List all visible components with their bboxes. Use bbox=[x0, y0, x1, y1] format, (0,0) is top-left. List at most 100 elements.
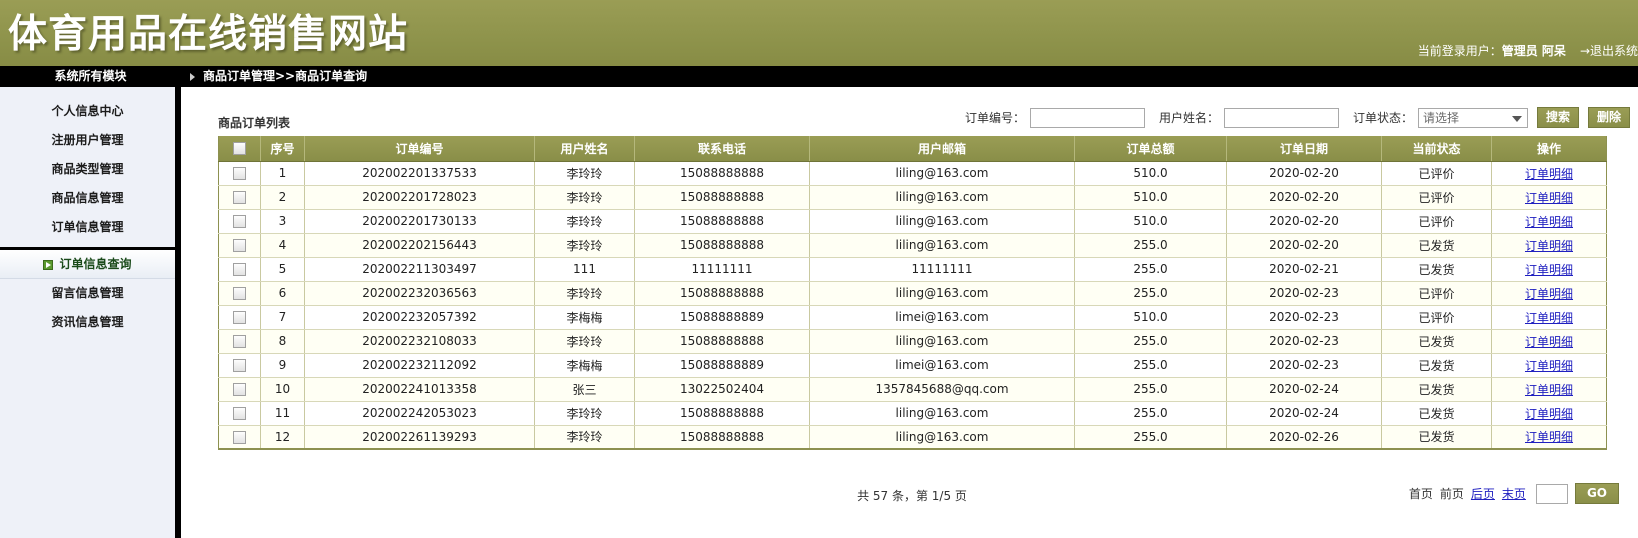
action-cell: 订单明细 bbox=[1491, 209, 1607, 234]
row-checkbox[interactable] bbox=[233, 239, 246, 252]
user-name: 111 bbox=[534, 257, 635, 282]
row-select-cell[interactable] bbox=[218, 185, 261, 210]
sidebar-item-4[interactable]: 订单信息管理 bbox=[0, 213, 175, 242]
row-checkbox[interactable] bbox=[233, 311, 246, 324]
user-name: 李玲玲 bbox=[534, 233, 635, 258]
column-header-4: 联系电话 bbox=[634, 136, 810, 162]
order-detail-link[interactable]: 订单明细 bbox=[1525, 215, 1573, 229]
sidebar-item-label: 商品信息管理 bbox=[51, 191, 124, 205]
order-detail-link[interactable]: 订单明细 bbox=[1525, 239, 1573, 253]
row-select-cell[interactable] bbox=[218, 353, 261, 378]
user-email: 11111111 bbox=[809, 257, 1075, 282]
logout-link[interactable]: →退出系统 bbox=[1580, 44, 1638, 58]
column-header-6: 订单总额 bbox=[1074, 136, 1227, 162]
column-header-8: 当前状态 bbox=[1381, 136, 1492, 162]
sidebar-item-6[interactable]: 留言信息管理 bbox=[0, 279, 175, 308]
row-checkbox[interactable] bbox=[233, 263, 246, 276]
row-index: 11 bbox=[260, 401, 305, 426]
sidebar-item-3[interactable]: 商品信息管理 bbox=[0, 184, 175, 213]
contact-phone: 15088888889 bbox=[634, 305, 810, 330]
first-page-link[interactable]: 首页 bbox=[1409, 485, 1433, 502]
contact-phone: 15088888888 bbox=[634, 233, 810, 258]
sidebar-item-label: 个人信息中心 bbox=[51, 104, 124, 118]
row-select-cell[interactable] bbox=[218, 209, 261, 234]
order-detail-link[interactable]: 订单明细 bbox=[1525, 263, 1573, 277]
row-select-cell[interactable] bbox=[218, 329, 261, 354]
page-number-input[interactable] bbox=[1535, 483, 1568, 504]
user-email: liling@163.com bbox=[809, 161, 1075, 186]
row-checkbox[interactable] bbox=[233, 407, 246, 420]
row-checkbox[interactable] bbox=[233, 383, 246, 396]
column-header-7: 订单日期 bbox=[1226, 136, 1382, 162]
table-row: 9 202002232112092 李梅梅 15088888889 limei@163.… bbox=[218, 353, 1607, 378]
page-title: 商品订单列表 bbox=[218, 116, 291, 130]
order-number: 202002232036563 bbox=[304, 281, 535, 306]
row-index: 9 bbox=[260, 353, 305, 378]
login-user-name: 管理员 阿呆 bbox=[1501, 44, 1566, 58]
order-detail-link[interactable]: 订单明细 bbox=[1525, 191, 1573, 205]
row-checkbox[interactable] bbox=[233, 287, 246, 300]
row-index: 2 bbox=[260, 185, 305, 210]
sidebar-item-2[interactable]: 商品类型管理 bbox=[0, 155, 175, 184]
row-checkbox[interactable] bbox=[233, 335, 246, 348]
select-all-header[interactable] bbox=[218, 136, 261, 162]
order-detail-link[interactable]: 订单明细 bbox=[1525, 430, 1573, 444]
prev-page-link[interactable]: 前页 bbox=[1440, 485, 1464, 502]
order-detail-link[interactable]: 订单明细 bbox=[1525, 335, 1573, 349]
table-row: 3 202002201730133 李玲玲 15088888888 liling@163… bbox=[218, 209, 1607, 234]
next-page-link[interactable]: 后页 bbox=[1471, 485, 1495, 502]
contact-phone: 15088888888 bbox=[634, 209, 810, 234]
contact-phone: 15088888888 bbox=[634, 185, 810, 210]
order-date: 2020-02-23 bbox=[1226, 281, 1382, 306]
row-select-cell[interactable] bbox=[218, 161, 261, 186]
column-header-2: 订单编号 bbox=[304, 136, 535, 162]
user-name: 李玲玲 bbox=[534, 161, 635, 186]
order-number: 202002241013358 bbox=[304, 377, 535, 402]
sidebar-menu: 个人信息中心注册用户管理 商品类型管理商品信息管理订单信息管理订单信息查询留言信息… bbox=[0, 97, 175, 337]
row-checkbox[interactable] bbox=[233, 430, 246, 444]
order-detail-link[interactable]: 订单明细 bbox=[1525, 311, 1573, 325]
search-button[interactable]: 搜索 bbox=[1537, 107, 1579, 128]
row-select-cell[interactable] bbox=[218, 377, 261, 402]
delete-button[interactable]: 删除 bbox=[1588, 107, 1630, 128]
user-email: liling@163.com bbox=[809, 209, 1075, 234]
table-row: 11 202002242053023 李玲玲 15088888888 liling@16… bbox=[218, 401, 1607, 426]
row-checkbox[interactable] bbox=[233, 191, 246, 204]
order-number: 202002232112092 bbox=[304, 353, 535, 378]
chevron-down-icon bbox=[1512, 115, 1522, 122]
order-detail-link[interactable]: 订单明细 bbox=[1525, 167, 1573, 181]
sidebar-item-7[interactable]: 资讯信息管理 bbox=[0, 308, 175, 337]
order-detail-link[interactable]: 订单明细 bbox=[1525, 407, 1573, 421]
order-no-input[interactable] bbox=[1029, 107, 1145, 128]
contact-phone: 15088888888 bbox=[634, 281, 810, 306]
pagination-controls: 首页 前页 后页 末页 GO bbox=[1409, 483, 1619, 504]
user-name: 李玲玲 bbox=[534, 425, 635, 450]
contact-phone: 15088888888 bbox=[634, 329, 810, 354]
order-date: 2020-02-20 bbox=[1226, 233, 1382, 258]
order-detail-link[interactable]: 订单明细 bbox=[1525, 287, 1573, 301]
order-detail-link[interactable]: 订单明细 bbox=[1525, 359, 1573, 373]
row-select-cell[interactable] bbox=[218, 425, 261, 450]
order-number: 202002201728023 bbox=[304, 185, 535, 210]
site-banner: 体育用品在线销售网站 当前登录用户：管理员 阿呆 →退出系统 bbox=[0, 0, 1638, 66]
sidebar-item-0[interactable]: 个人信息中心 bbox=[0, 97, 175, 126]
row-select-cell[interactable] bbox=[218, 257, 261, 282]
sidebar-item-label: 订单信息查询 bbox=[59, 257, 132, 271]
order-status-select[interactable]: 请选择 bbox=[1418, 107, 1528, 128]
row-select-cell[interactable] bbox=[218, 233, 261, 258]
sidebar-item-1[interactable]: 注册用户管理 bbox=[0, 126, 175, 155]
row-checkbox[interactable] bbox=[233, 359, 246, 372]
select-all-checkbox[interactable] bbox=[233, 142, 246, 156]
breadcrumb: 商品订单管理>>商品订单查询 bbox=[190, 66, 367, 87]
row-select-cell[interactable] bbox=[218, 281, 261, 306]
row-checkbox[interactable] bbox=[233, 215, 246, 228]
order-detail-link[interactable]: 订单明细 bbox=[1525, 383, 1573, 397]
order-number: 202002232057392 bbox=[304, 305, 535, 330]
last-page-link[interactable]: 末页 bbox=[1502, 485, 1526, 502]
row-select-cell[interactable] bbox=[218, 401, 261, 426]
row-checkbox[interactable] bbox=[233, 167, 246, 180]
sidebar-item-5[interactable]: 订单信息查询 bbox=[0, 250, 175, 279]
user-name-input[interactable] bbox=[1223, 107, 1339, 128]
row-select-cell[interactable] bbox=[218, 305, 261, 330]
go-button[interactable]: GO bbox=[1574, 483, 1619, 504]
